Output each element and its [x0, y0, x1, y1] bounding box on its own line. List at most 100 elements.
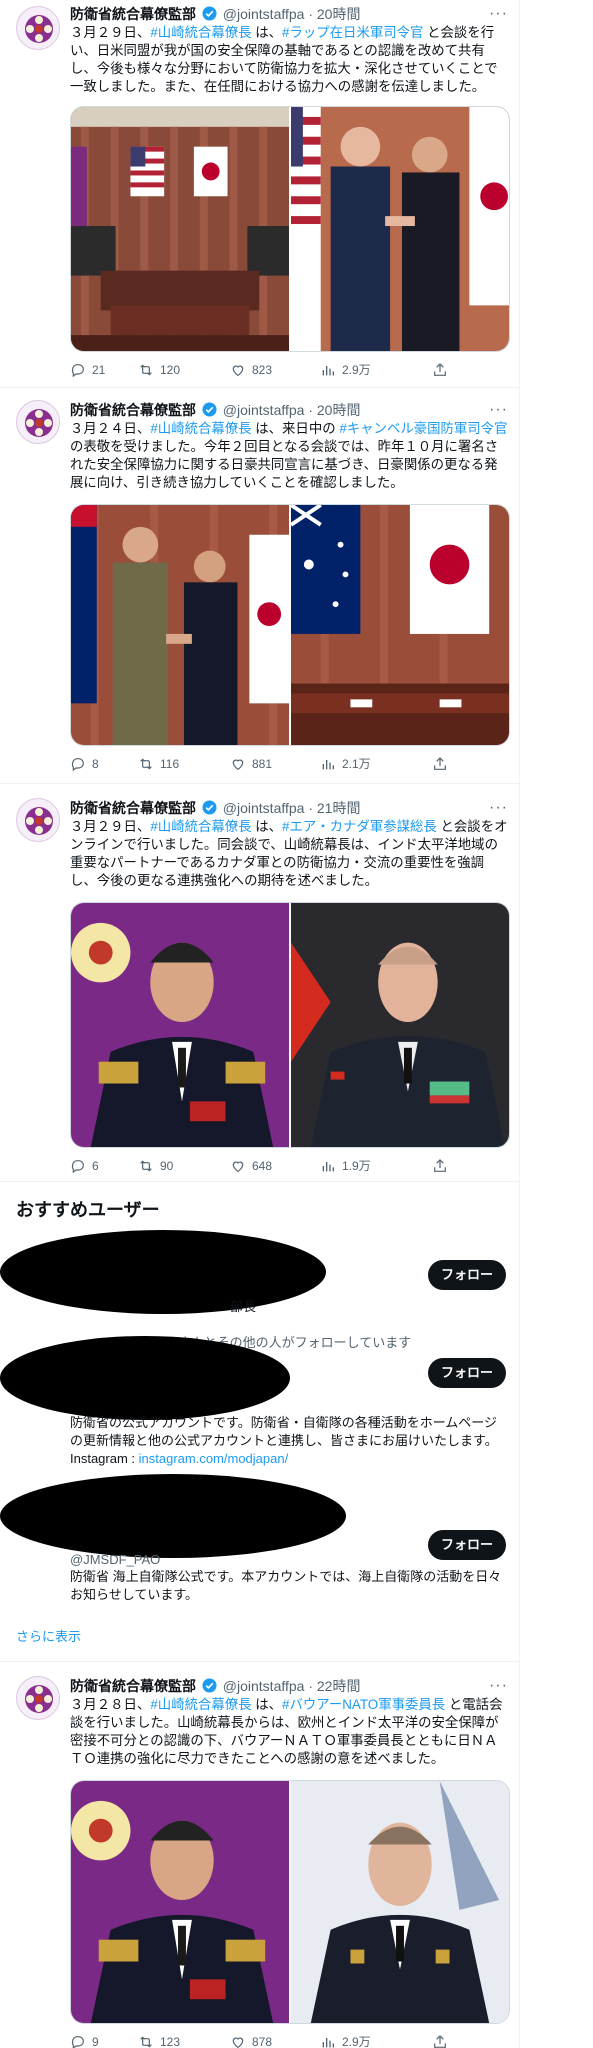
verified-badge-icon: [202, 800, 217, 815]
tweet-actions: 9 123 878 2.9万: [70, 2032, 510, 2048]
account-handle[interactable]: @jointstaffpa: [223, 800, 305, 816]
profile-link[interactable]: instagram.com/modjapan/: [139, 1451, 289, 1466]
redacted-user: [0, 1230, 326, 1314]
views-button[interactable]: 2.9万: [320, 2032, 432, 2048]
tweet-media[interactable]: [70, 902, 510, 1148]
retweet-icon: [140, 2036, 152, 2048]
share-button[interactable]: [432, 2032, 472, 2048]
hashtag-link[interactable]: #山崎統合幕僚長: [150, 421, 251, 436]
tweet-media[interactable]: [70, 106, 510, 352]
show-more-link[interactable]: さらに表示: [16, 1626, 81, 1645]
like-button[interactable]: 823: [230, 360, 320, 380]
share-button[interactable]: [432, 1156, 472, 1176]
tweet-media[interactable]: [70, 1780, 510, 2024]
section-title: おすすめユーザー: [16, 1200, 160, 1220]
hashtag-link[interactable]: #エア・カナダ軍参謀総長: [282, 819, 437, 834]
account-handle[interactable]: @jointstaffpa: [223, 402, 305, 418]
more-options-icon[interactable]: ···: [489, 4, 508, 24]
like-button[interactable]: 648: [230, 1156, 320, 1176]
redacted-user: [0, 1336, 290, 1420]
reply-icon: [71, 758, 84, 772]
heart-icon: [232, 2037, 244, 2048]
like-button[interactable]: 878: [230, 2032, 320, 2048]
analytics-icon: [322, 1162, 334, 1172]
redacted-user: [0, 1474, 346, 1558]
photo-meeting-room[interactable]: [291, 505, 509, 745]
hashtag-link[interactable]: #山崎統合幕僚長: [150, 25, 251, 40]
reply-button[interactable]: 6: [70, 1156, 138, 1176]
heart-icon: [232, 1161, 244, 1173]
tweet-time[interactable]: · 22時間: [308, 1678, 360, 1694]
hashtag-link[interactable]: #バウアーNATO軍事委員長: [282, 1697, 445, 1712]
verified-badge-icon: [202, 1678, 217, 1693]
tweet[interactable]: 防衛省統合幕僚監部 @jointstaffpa · 20時間 ··· ３月２４日…: [0, 388, 520, 784]
tweet-time[interactable]: · 20時間: [308, 402, 360, 418]
tweet-actions: 8 116 881 2.1万: [70, 754, 510, 774]
share-icon: [434, 363, 446, 376]
share-icon: [434, 757, 446, 770]
reply-icon: [71, 2036, 84, 2048]
retweet-button[interactable]: 120: [138, 360, 230, 380]
portrait-photo[interactable]: [291, 1781, 509, 2023]
photo-handshake[interactable]: [291, 107, 509, 351]
hashtag-link[interactable]: #山崎統合幕僚長: [150, 1697, 251, 1712]
account-handle[interactable]: @jointstaffpa: [223, 6, 305, 22]
portrait-photo[interactable]: [291, 903, 509, 1147]
account-avatar[interactable]: [16, 798, 60, 842]
share-icon: [434, 1159, 446, 1172]
account-avatar[interactable]: [16, 1676, 60, 1720]
user-bio: 防衛省の公式アカウントです。防衛省・自衛隊の各種活動をホームページの更新情報と他…: [70, 1415, 498, 1466]
display-name[interactable]: 防衛省統合幕僚監部: [70, 800, 196, 816]
retweet-button[interactable]: 90: [138, 1156, 230, 1176]
views-button[interactable]: 2.9万: [320, 360, 432, 380]
user-subtitle: 部長: [230, 1299, 257, 1314]
display-name[interactable]: 防衛省統合幕僚監部: [70, 6, 196, 22]
tweet-time[interactable]: · 21時間: [308, 800, 360, 816]
photo-meeting-room[interactable]: [71, 107, 289, 351]
retweet-button[interactable]: 123: [138, 2032, 230, 2048]
reply-button[interactable]: 9: [70, 2032, 138, 2048]
share-button[interactable]: [432, 754, 472, 774]
tweet[interactable]: 防衛省統合幕僚監部 @jointstaffpa · 22時間 ··· ３月２８日…: [0, 1662, 520, 2048]
views-button[interactable]: 1.9万: [320, 1156, 432, 1176]
account-avatar[interactable]: [16, 400, 60, 444]
share-button[interactable]: [432, 360, 472, 380]
display-name[interactable]: 防衛省統合幕僚監部: [70, 402, 196, 418]
account-handle[interactable]: @JMSDF_PAO: [70, 1552, 160, 1567]
tweet-text: ３月２４日、#山崎統合幕僚長 は、来日中の #キャンベル豪国防軍司令官 の表敬を…: [70, 421, 508, 490]
account-avatar[interactable]: [16, 6, 60, 50]
more-options-icon[interactable]: ···: [489, 1676, 508, 1696]
tweet-time[interactable]: · 20時間: [308, 6, 360, 22]
follow-button[interactable]: フォロー: [428, 1530, 506, 1560]
heart-icon: [232, 759, 244, 771]
account-handle[interactable]: @jointstaffpa: [223, 1678, 305, 1694]
views-button[interactable]: 2.1万: [320, 754, 432, 774]
tweet-text: ３月２８日、#山崎統合幕僚長 は、#バウアーNATO軍事委員長 と電話会談を行い…: [70, 1697, 503, 1766]
retweet-button[interactable]: 116: [138, 754, 230, 774]
analytics-icon: [322, 366, 334, 376]
share-icon: [434, 2035, 446, 2048]
reply-button[interactable]: 21: [70, 360, 138, 380]
hashtag-link[interactable]: #ラップ在日米軍司令官: [282, 25, 423, 40]
tweet-media[interactable]: [70, 504, 510, 746]
reply-button[interactable]: 8: [70, 754, 138, 774]
retweet-icon: [140, 758, 152, 770]
follow-button[interactable]: フォロー: [428, 1358, 506, 1388]
tweet-text: ３月２９日、#山崎統合幕僚長 は、#エア・カナダ軍参謀総長 と会談をオンラインで…: [70, 819, 508, 888]
follow-button[interactable]: フォロー: [428, 1260, 506, 1290]
tweet[interactable]: 防衛省統合幕僚監部 @jointstaffpa · 21時間 ··· ３月２９日…: [0, 784, 520, 1182]
tweet-actions: 21 120 823 2.9万: [70, 360, 510, 380]
like-button[interactable]: 881: [230, 754, 320, 774]
portrait-photo[interactable]: [71, 1781, 289, 2023]
heart-icon: [232, 365, 244, 377]
photo-handshake[interactable]: [71, 505, 289, 745]
more-options-icon[interactable]: ···: [489, 798, 508, 818]
retweet-icon: [140, 1160, 152, 1172]
portrait-photo[interactable]: [71, 903, 289, 1147]
hashtag-link[interactable]: #山崎統合幕僚長: [150, 819, 251, 834]
tweet[interactable]: 防衛省統合幕僚監部 @jointstaffpa · 20時間 ··· ３月２９日…: [0, 0, 520, 388]
display-name[interactable]: 防衛省統合幕僚監部: [70, 1678, 196, 1694]
more-options-icon[interactable]: ···: [489, 400, 508, 420]
verified-badge-icon: [202, 402, 217, 417]
hashtag-link[interactable]: #キャンベル豪国防軍司令官: [339, 421, 507, 436]
